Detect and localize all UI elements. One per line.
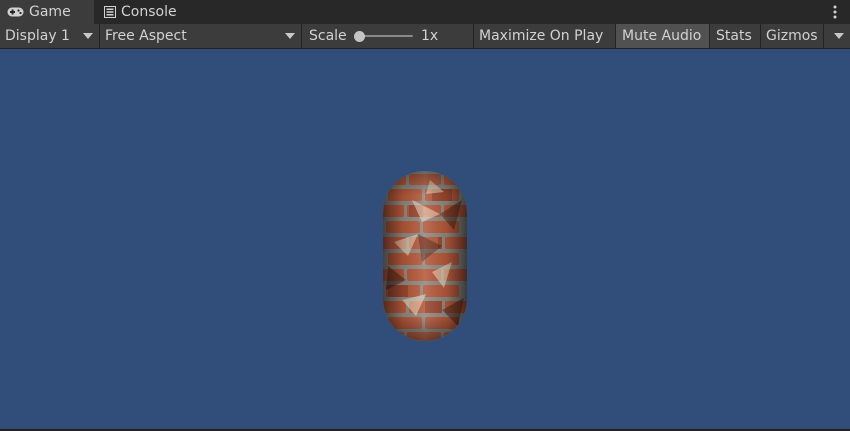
tab-bar: Game Console — [0, 0, 850, 24]
toolbar-divider — [823, 24, 824, 48]
brick-capsule — [382, 170, 468, 342]
mute-audio-label: Mute Audio — [622, 28, 702, 44]
scale-control: Scale 1x — [302, 24, 474, 48]
aspect-dropdown-label: Free Aspect — [105, 28, 187, 44]
scale-value: 1x — [421, 28, 439, 44]
game-view-window: Game Console Display 1 Free Aspect Scale… — [0, 0, 850, 431]
aspect-dropdown[interactable]: Free Aspect — [100, 24, 302, 48]
chevron-down-icon — [83, 33, 93, 39]
game-toolbar: Display 1 Free Aspect Scale 1x Maximize … — [0, 24, 850, 49]
scale-slider-track[interactable] — [359, 35, 413, 37]
tab-game-label: Game — [29, 4, 71, 20]
gizmos-chevron-down-icon[interactable] — [834, 33, 844, 39]
gizmos-toggle[interactable]: Gizmos — [761, 24, 850, 48]
mute-audio-toggle[interactable]: Mute Audio — [616, 24, 710, 48]
display-dropdown-label: Display 1 — [5, 28, 70, 44]
display-dropdown[interactable]: Display 1 — [0, 24, 100, 48]
maximize-on-play-toggle[interactable]: Maximize On Play — [474, 24, 616, 48]
gamepad-icon — [7, 7, 24, 17]
console-icon — [104, 6, 116, 18]
stats-label: Stats — [716, 28, 752, 44]
scale-slider-thumb[interactable] — [354, 31, 365, 42]
tab-console-label: Console — [121, 4, 177, 20]
game-viewport[interactable] — [0, 49, 850, 429]
maximize-on-play-label: Maximize On Play — [479, 28, 604, 44]
more-options-icon[interactable] — [830, 2, 840, 22]
scale-label: Scale — [309, 28, 347, 44]
gizmos-label: Gizmos — [766, 28, 818, 44]
chevron-down-icon — [285, 33, 295, 39]
stats-toggle[interactable]: Stats — [710, 24, 761, 48]
tab-game[interactable]: Game — [0, 0, 94, 24]
tab-console[interactable]: Console — [96, 0, 196, 24]
